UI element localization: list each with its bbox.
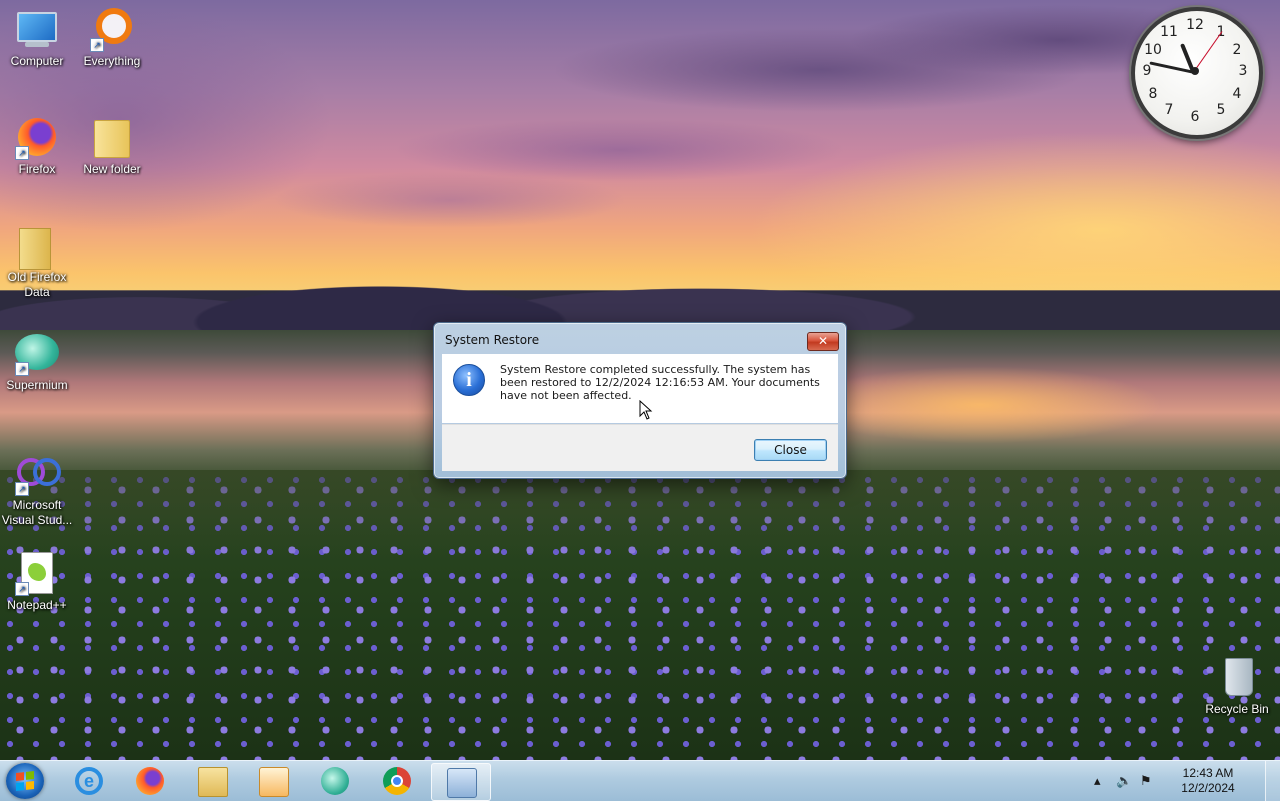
clock-number: 12 [1186,17,1204,33]
clock-number: 6 [1190,109,1200,125]
clock-number: 4 [1232,86,1242,102]
clock-gadget[interactable]: 12 1 2 3 4 5 6 7 8 9 10 11 [1131,7,1263,139]
clock-number: 5 [1216,102,1226,118]
folder-icon [88,116,136,160]
desktop-icon-label: Microsoft Visual Stud... [1,498,73,527]
info-icon: i [453,364,485,396]
desktop-icon-firefox[interactable]: ↗ Firefox [0,116,74,177]
computer-icon [13,8,61,52]
volume-icon[interactable]: 🔈 [1116,773,1132,789]
ie-icon: e [75,767,103,795]
taskbar-item-internet-explorer[interactable]: e [60,763,118,799]
desktop-icon-visual-studio[interactable]: ↗ Microsoft Visual Stud... [0,452,74,528]
folder-icon [198,767,228,797]
dialog-message: System Restore completed successfully. T… [500,363,820,402]
desktop-icon-label: New folder [83,162,141,176]
clock-second-hand [1194,31,1223,72]
desktop-icon-label: Supermium [6,378,68,392]
desktop-icon-old-firefox-data[interactable]: Old Firefox Data [0,224,74,300]
chrome-icon [383,767,411,795]
shortcut-arrow-icon: ↗ [15,582,29,596]
clock-number: 11 [1160,24,1178,40]
clock-number: 3 [1238,63,1248,79]
visual-studio-icon: ↗ [13,452,61,496]
clock-number: 7 [1164,102,1174,118]
taskbar-item-media-player[interactable] [244,763,302,799]
system-restore-icon [447,768,477,798]
dialog-title: System Restore [445,333,540,347]
recycle-bin-icon [1213,656,1261,700]
taskbar-item-chrome[interactable] [368,763,426,799]
desktop-icon-label: Computer [10,54,64,68]
wallpaper-reflection [780,350,1280,460]
firefox-icon [136,767,164,795]
system-tray: ▴ 🔈 ⚑ 12:43 AM 12/2/2024 [1090,761,1260,801]
folder-icon [13,224,61,270]
desktop-icon-notepadpp[interactable]: ↗ Notepad++ [0,552,74,613]
shortcut-arrow-icon: ↗ [15,362,29,376]
desktop-icon-new-folder[interactable]: New folder [75,116,149,177]
show-hidden-icons-icon[interactable]: ▴ [1094,773,1101,789]
shortcut-arrow-icon: ↗ [15,146,29,160]
wallpaper-haze [0,470,1280,760]
clock-number: 8 [1148,86,1158,102]
desktop-icon-supermium[interactable]: ↗ Supermium [0,332,74,393]
supermium-icon [321,767,349,795]
clock-number: 10 [1144,42,1162,58]
action-center-flag-icon[interactable]: ⚑ [1140,773,1152,789]
desktop-icon-label: Firefox [18,162,56,176]
media-player-icon [259,767,289,797]
firefox-icon: ↗ [13,116,61,160]
shortcut-arrow-icon: ↗ [90,38,104,52]
desktop-icon-label: Notepad++ [7,598,67,612]
desktop-icon-label: Recycle Bin [1205,702,1269,716]
close-button[interactable]: Close [754,439,827,461]
windows-logo-icon [16,771,34,791]
tray-time: 12:43 AM [1182,766,1234,780]
start-button[interactable] [6,763,44,799]
desktop-icon-recycle-bin[interactable]: Recycle Bin [1200,656,1274,717]
taskbar-item-system-restore[interactable] [431,763,491,801]
show-desktop-button[interactable] [1265,761,1280,801]
shortcut-arrow-icon: ↗ [15,482,29,496]
clock-number: 2 [1232,42,1242,58]
everything-icon: ↗ [88,8,136,52]
clock-center [1191,67,1199,75]
taskbar-item-file-explorer[interactable] [183,763,241,799]
tray-date: 12/2/2024 [1181,781,1235,795]
close-icon[interactable]: ✕ [807,332,839,351]
mouse-cursor-icon [639,400,653,420]
tray-clock[interactable]: 12:43 AM 12/2/2024 [1176,766,1240,796]
dialog-footer: Close [442,424,838,471]
desktop-icon-label: Old Firefox Data [7,270,67,299]
taskbar: e ▴ 🔈 ⚑ 12:43 AM 12/2/2024 [0,760,1280,801]
taskbar-item-firefox[interactable] [121,763,179,799]
notepadpp-icon: ↗ [13,552,61,596]
taskbar-item-supermium[interactable] [306,763,364,799]
desktop-icon-label: Everything [83,54,141,68]
desktop-icon-everything[interactable]: ↗ Everything [75,8,149,69]
supermium-icon: ↗ [13,332,61,376]
desktop-icon-computer[interactable]: Computer [0,8,74,69]
